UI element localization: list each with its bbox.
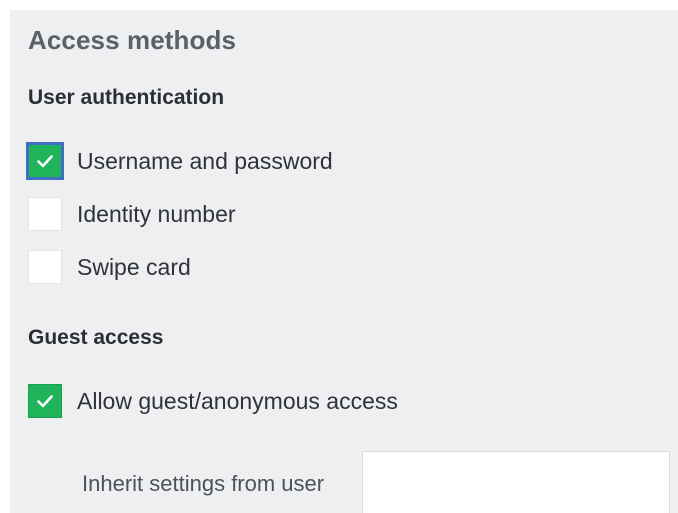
identity-number-label: Identity number [77, 200, 236, 227]
username-password-label: Username and password [77, 147, 333, 174]
section-title: Access methods [28, 25, 237, 55]
option-swipe-card[interactable]: Swipe card [28, 249, 191, 285]
access-methods-panel: Access methods User authentication Usern… [10, 10, 678, 513]
swipe-card-label: Swipe card [77, 253, 191, 280]
inherit-settings-label: Inherit settings from user [82, 471, 325, 496]
option-allow-guest-access[interactable]: Allow guest/anonymous access [28, 383, 398, 419]
username-password-checkbox[interactable] [28, 144, 62, 178]
identity-number-checkbox[interactable] [28, 197, 62, 231]
checkmark-icon [37, 395, 53, 408]
user-authentication-heading: User authentication [28, 86, 225, 109]
allow-guest-access-label: Allow guest/anonymous access [77, 387, 398, 414]
checkmark-icon [37, 155, 53, 168]
option-username-password[interactable]: Username and password [28, 143, 333, 179]
option-identity-number[interactable]: Identity number [28, 196, 236, 232]
inherit-settings-input[interactable] [362, 451, 670, 513]
allow-guest-access-checkbox[interactable] [28, 384, 62, 418]
guest-access-heading: Guest access [28, 326, 164, 349]
swipe-card-checkbox[interactable] [28, 250, 62, 284]
